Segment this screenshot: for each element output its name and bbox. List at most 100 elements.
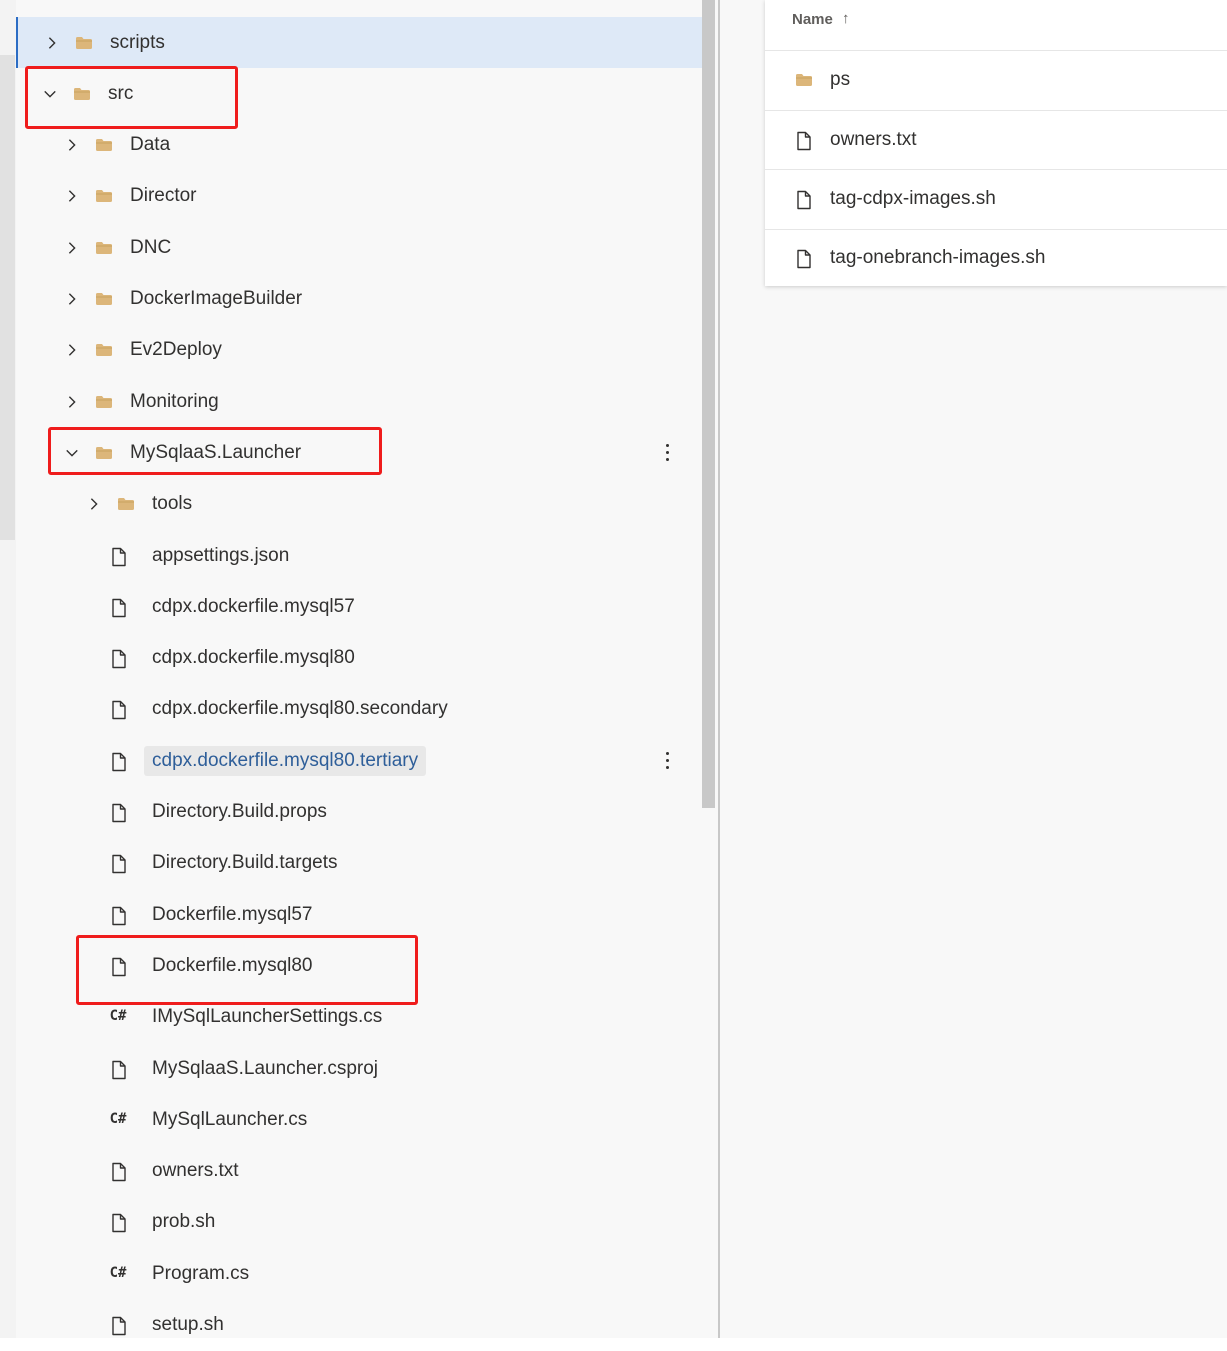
tree-file-row[interactable]: MySqlaaS.Launcher.csproj — [16, 1043, 700, 1094]
tree-item-label: MySqlLauncher.cs — [152, 1108, 308, 1130]
tree-file-row[interactable]: cdpx.dockerfile.mysql80 — [16, 633, 700, 684]
tree-file-row[interactable]: C# IMySqlLauncherSettings.cs — [16, 992, 700, 1043]
chevron-down-icon[interactable] — [65, 446, 79, 460]
tree-item-label: Dockerfile.mysql57 — [152, 903, 313, 925]
chevron-right-icon[interactable] — [45, 36, 59, 50]
file-icon — [110, 906, 128, 925]
folder-icon — [95, 187, 113, 205]
folder-icon — [75, 34, 93, 52]
file-icon — [795, 249, 813, 269]
file-icon — [110, 700, 128, 720]
tree-file-row[interactable]: cdpx.dockerfile.mysql80.tertiary — [16, 735, 700, 786]
tree-file-row[interactable]: setup.sh — [16, 1300, 700, 1351]
chevron-right-icon[interactable] — [65, 292, 79, 306]
file-list-folder-row[interactable]: ps — [765, 50, 1227, 109]
more-vertical-icon[interactable] — [665, 443, 669, 462]
tree-item-label: src — [108, 82, 134, 104]
file-list-item-label: tag-onebranch-images.sh — [830, 247, 1046, 268]
chevron-right-icon[interactable] — [87, 497, 101, 511]
folder-icon — [95, 393, 113, 411]
file-icon — [110, 649, 128, 669]
tree-item-label: Dockerfile.mysql80 — [152, 954, 313, 976]
tree-item-label: MySqlaaS.Launcher — [130, 441, 302, 463]
folder-icon — [73, 85, 91, 103]
tree-item-label: owners.txt — [152, 1160, 239, 1182]
chevron-right-icon[interactable] — [65, 189, 79, 203]
tree-item-label: prob.sh — [152, 1211, 216, 1233]
tree-file-row[interactable]: Directory.Build.props — [16, 787, 700, 838]
tree-item-label: Program.cs — [152, 1262, 250, 1284]
chevron-right-icon[interactable] — [65, 138, 79, 152]
file-list-file-row[interactable]: owners.txt — [765, 109, 1227, 169]
tree-item-label: appsettings.json — [152, 544, 290, 566]
tree-folder-row[interactable]: scripts — [16, 17, 702, 68]
tree-file-row[interactable]: C# MySqlLauncher.cs — [16, 1094, 700, 1145]
tree-item-label: scripts — [110, 31, 165, 53]
tree-item-label: MySqlaaS.Launcher.csproj — [152, 1057, 379, 1079]
name-column-header[interactable]: Name — [792, 11, 833, 31]
csharp-file-icon: C# — [109, 1008, 127, 1025]
tree-folder-row[interactable]: Director — [16, 171, 700, 222]
folder-icon — [95, 239, 113, 257]
tree-file-row[interactable]: Directory.Build.targets — [16, 838, 700, 889]
tree-item-label: cdpx.dockerfile.mysql80 — [152, 647, 355, 669]
file-icon — [110, 1316, 128, 1336]
tree-folder-row[interactable]: tools — [16, 479, 700, 530]
folder-icon — [95, 290, 113, 308]
file-icon — [110, 1213, 128, 1233]
tree-item-label: Directory.Build.props — [152, 801, 327, 822]
tree-item-label: cdpx.dockerfile.mysql80.secondary — [152, 698, 448, 720]
csharp-file-icon: C# — [109, 1110, 127, 1127]
chevron-down-icon[interactable] — [43, 87, 57, 101]
tree-item-label: tools — [152, 493, 193, 515]
file-list-file-row[interactable]: tag-cdpx-images.sh — [765, 169, 1227, 228]
tree-folder-row[interactable]: DNC — [16, 222, 700, 273]
tree-item-label: Monitoring — [130, 390, 219, 412]
tree-file-row[interactable]: cdpx.dockerfile.mysql80.secondary — [16, 684, 700, 735]
tree-item-label: IMySqlLauncherSettings.cs — [152, 1006, 383, 1028]
file-icon — [110, 1162, 128, 1182]
tree-item-label: cdpx.dockerfile.mysql80.tertiary — [144, 745, 427, 776]
file-list-item-label: ps — [830, 69, 851, 90]
tree-item-label: DockerImageBuilder — [130, 288, 303, 309]
file-icon — [110, 957, 128, 977]
folder-icon — [117, 495, 135, 513]
tree-folder-row[interactable]: DockerImageBuilder — [16, 274, 700, 325]
file-icon — [795, 190, 813, 210]
tree-file-row[interactable]: appsettings.json — [16, 530, 700, 581]
tree-file-row[interactable]: owners.txt — [16, 1146, 700, 1197]
folder-icon — [95, 444, 113, 462]
chevron-right-icon[interactable] — [65, 343, 79, 357]
left-rail-shade — [0, 55, 15, 540]
tree-file-row[interactable]: cdpx.dockerfile.mysql57 — [16, 581, 700, 632]
tree-item-label: cdpx.dockerfile.mysql57 — [152, 595, 355, 617]
tree-file-row[interactable]: C# Program.cs — [16, 1248, 700, 1299]
tree-folder-row[interactable]: MySqlaaS.Launcher — [16, 427, 700, 478]
file-list-item-label: owners.txt — [830, 128, 917, 150]
file-list-file-row[interactable]: tag-onebranch-images.sh — [765, 228, 1227, 287]
tree-folder-row[interactable]: Ev2Deploy — [16, 325, 700, 376]
left-rail — [0, 0, 16, 1338]
tree-scrollbar-thumb[interactable] — [702, 0, 715, 808]
tree-item-label: Data — [130, 134, 171, 156]
file-icon — [110, 1060, 128, 1079]
more-vertical-icon[interactable] — [665, 751, 669, 770]
folder-icon — [795, 71, 813, 89]
chevron-right-icon[interactable] — [65, 241, 79, 255]
tree-file-row[interactable]: Dockerfile.mysql57 — [16, 889, 700, 940]
tree-file-row[interactable]: Dockerfile.mysql80 — [16, 940, 700, 991]
tree-folder-row[interactable]: Data — [16, 120, 700, 171]
sort-ascending-icon[interactable]: ↑ — [842, 10, 850, 27]
tree-folder-row[interactable]: Monitoring — [16, 376, 700, 427]
chevron-right-icon[interactable] — [65, 395, 79, 409]
file-icon — [110, 752, 128, 771]
file-list-item-label: tag-cdpx-images.sh — [830, 188, 996, 209]
folder-icon — [95, 136, 113, 154]
tree-file-row[interactable]: prob.sh — [16, 1197, 700, 1248]
csharp-file-icon: C# — [109, 1264, 127, 1281]
file-icon — [795, 131, 813, 150]
tree-item-label: Ev2Deploy — [130, 339, 222, 361]
tree-folder-row[interactable]: src — [16, 68, 700, 119]
file-icon — [110, 803, 128, 823]
folder-icon — [95, 341, 113, 359]
